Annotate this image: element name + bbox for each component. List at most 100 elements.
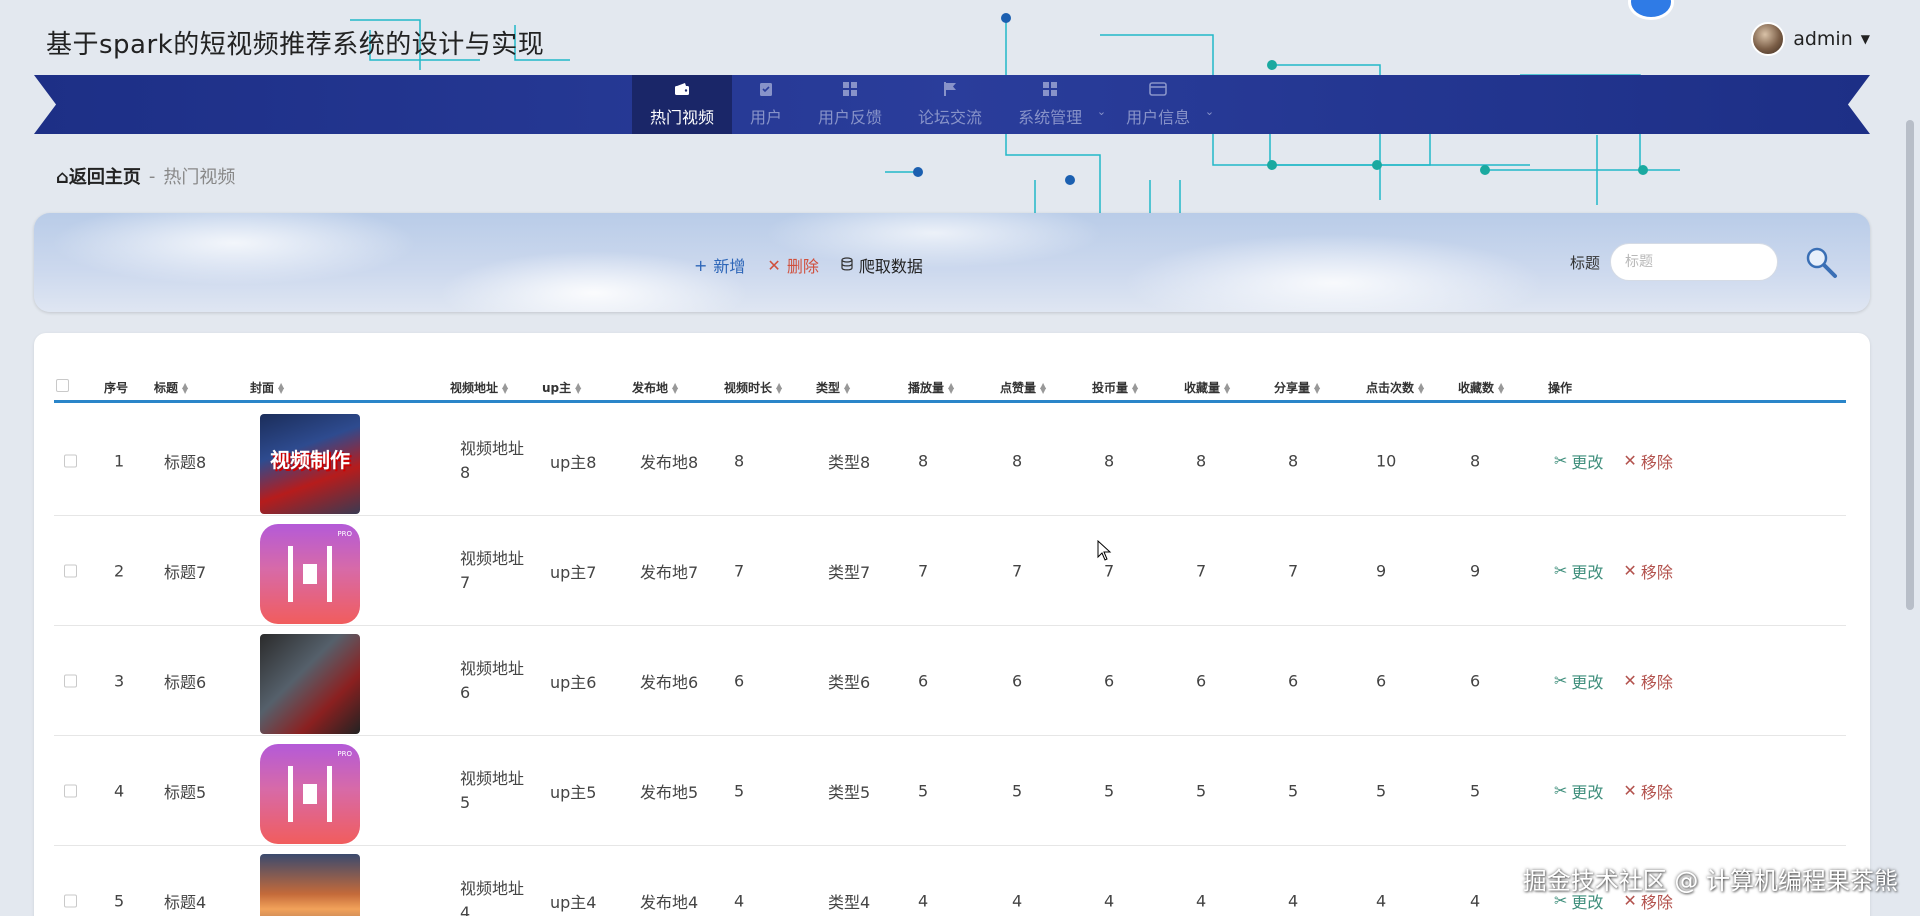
row-checkbox[interactable] — [64, 894, 77, 907]
col-likes[interactable]: 点赞量 ▲ ▼ — [1000, 379, 1046, 396]
caret-down-icon: ▼ — [1860, 32, 1870, 46]
cell-duration: 5 — [734, 781, 745, 800]
sort-icon: ▲ ▼ — [1224, 380, 1231, 395]
close-icon: ✕ — [1623, 561, 1637, 580]
cell-likes: 5 — [1012, 781, 1023, 800]
table-row: 4 标题5 up主5 发布地5 5 类型5 5 5 5 5 5 5 5 视频地址 5 PRO ✂ 更改 ✕ 移除 — [54, 736, 1846, 846]
edit-button[interactable]: ✂ 更改 — [1554, 449, 1603, 473]
delete-button[interactable]: ✕ 删除 — [767, 253, 818, 277]
cell-title: 标题5 — [164, 782, 207, 802]
cell-favs: 8 — [1196, 451, 1207, 470]
cell-likes: 7 — [1012, 561, 1023, 580]
row-checkbox[interactable] — [64, 454, 77, 467]
scrollbar[interactable] — [1906, 120, 1914, 610]
cell-url: 视频地址 7 — [460, 548, 525, 592]
sort-icon: ▲ ▼ — [844, 380, 851, 395]
cell-favs: 7 — [1196, 561, 1207, 580]
notification-dot — [1628, 0, 1674, 20]
col-up[interactable]: up主 ▲ ▼ — [542, 379, 581, 396]
cell-index: 5 — [114, 891, 125, 910]
cell-type: 类型5 — [828, 782, 871, 802]
home-icon: ⌂ — [56, 167, 69, 188]
cell-plays: 4 — [918, 891, 929, 910]
cell-up: up主7 — [550, 562, 597, 582]
table-header: 序号 标题 ▲ ▼ 封面 ▲ ▼ 视频地址 ▲ ▼ up主 ▲ ▼ 发布地 ▲ ▼ 视频时长 ▲ ▼ 类… — [54, 353, 1846, 403]
cell-coins: 5 — [1104, 781, 1115, 800]
table-row: 1 标题8 up主8 发布地8 8 类型8 8 8 8 8 8 10 8 视频地址 8 视频制作 ✂ 更改 ✕ 移除 — [54, 406, 1846, 516]
remove-button[interactable]: ✕ 移除 — [1623, 449, 1672, 473]
col-shares[interactable]: 分享量 ▲ ▼ — [1274, 379, 1320, 396]
cell-index: 1 — [114, 451, 125, 470]
close-icon: ✕ — [1623, 671, 1637, 690]
cell-index: 4 — [114, 781, 125, 800]
user-menu[interactable]: admin ▼ — [1751, 22, 1870, 56]
cell-likes: 4 — [1012, 891, 1023, 910]
cell-shares: 7 — [1288, 561, 1299, 580]
cell-duration: 4 — [734, 891, 745, 910]
cell-plays: 8 — [918, 451, 929, 470]
cell-clicks: 9 — [1376, 561, 1387, 580]
table-row: 3 标题6 up主6 发布地6 6 类型6 6 6 6 6 6 6 6 视频地址 6 ✂ 更改 ✕ 移除 — [54, 626, 1846, 736]
cell-likes: 8 — [1012, 451, 1023, 470]
nav-item-user-info[interactable]: 用户信息 ⌄ — [1108, 75, 1216, 134]
select-all-checkbox[interactable] — [56, 379, 69, 392]
cover-image: 视频制作 — [260, 414, 360, 514]
col-duration[interactable]: 视频时长 ▲ ▼ — [724, 379, 782, 396]
col-favs[interactable]: 收藏量 ▲ ▼ — [1184, 379, 1230, 396]
nav-label: 用户 — [750, 108, 783, 127]
nav-item-users[interactable]: 用户 — [732, 75, 800, 134]
remove-button[interactable]: ✕ 移除 — [1623, 669, 1672, 693]
edit-button[interactable]: ✂ 更改 — [1554, 559, 1603, 583]
col-clicks[interactable]: 点击次数 ▲ ▼ — [1366, 379, 1424, 396]
col-cover[interactable]: 封面 ▲ ▼ — [250, 379, 284, 396]
nav-item-feedback[interactable]: 用户反馈 — [800, 75, 900, 134]
video-table: 序号 标题 ▲ ▼ 封面 ▲ ▼ 视频地址 ▲ ▼ up主 ▲ ▼ 发布地 ▲ ▼ 视频时长 ▲ ▼ 类… — [34, 333, 1870, 916]
col-plays[interactable]: 播放量 ▲ ▼ — [908, 379, 954, 396]
cell-duration: 8 — [734, 451, 745, 470]
cell-title: 标题4 — [164, 892, 207, 912]
breadcrumb-current: 热门视频 — [163, 167, 236, 188]
sort-icon: ▲ ▼ — [278, 380, 285, 395]
search-icon[interactable] — [1802, 243, 1840, 281]
breadcrumb-home[interactable]: ⌂返回主页 — [56, 163, 141, 189]
close-icon: ✕ — [1623, 781, 1637, 800]
search-input[interactable] — [1610, 243, 1778, 281]
row-checkbox[interactable] — [64, 784, 77, 797]
cell-favcount: 9 — [1470, 561, 1481, 580]
nav-label: 论坛交流 — [918, 108, 983, 127]
remove-button[interactable]: ✕ 移除 — [1623, 779, 1672, 803]
wallet-icon — [674, 81, 690, 100]
nav-item-system[interactable]: 系统管理 ⌄ — [1000, 75, 1108, 134]
col-url[interactable]: 视频地址 ▲ ▼ — [450, 379, 508, 396]
cell-type: 类型6 — [828, 672, 871, 692]
add-button[interactable]: + 新增 — [694, 253, 745, 277]
row-checkbox[interactable] — [64, 564, 77, 577]
edit-button[interactable]: ✂ 更改 — [1554, 779, 1603, 803]
cell-title: 标题6 — [164, 672, 207, 692]
col-favcount[interactable]: 收藏数 ▲ ▼ — [1458, 379, 1504, 396]
nav-item-forum[interactable]: 论坛交流 — [900, 75, 1000, 134]
nav-label: 热门视频 — [650, 108, 715, 127]
col-type[interactable]: 类型 ▲ ▼ — [816, 379, 850, 396]
nav-item-hot-videos[interactable]: 热门视频 — [632, 75, 733, 134]
cell-title: 标题8 — [164, 452, 207, 472]
breadcrumb-separator: - — [148, 165, 156, 187]
cell-index: 3 — [114, 671, 125, 690]
col-place[interactable]: 发布地 ▲ ▼ — [632, 379, 678, 396]
cell-coins: 4 — [1104, 891, 1115, 910]
cell-plays: 5 — [918, 781, 929, 800]
col-actions: 操作 — [1548, 381, 1573, 395]
remove-button[interactable]: ✕ 移除 — [1623, 559, 1672, 583]
cell-favcount: 4 — [1470, 891, 1481, 910]
col-coins[interactable]: 投币量 ▲ ▼ — [1092, 379, 1138, 396]
cell-shares: 4 — [1288, 891, 1299, 910]
crawl-button[interactable]: 爬取数据 — [841, 253, 923, 277]
row-checkbox[interactable] — [64, 674, 77, 687]
cell-type: 类型7 — [828, 562, 871, 582]
cell-up: up主4 — [550, 892, 597, 912]
cell-favs: 5 — [1196, 781, 1207, 800]
cell-plays: 6 — [918, 671, 929, 690]
edit-button[interactable]: ✂ 更改 — [1554, 669, 1603, 693]
sort-icon: ▲ ▼ — [575, 380, 582, 395]
col-title[interactable]: 标题 ▲ ▼ — [154, 379, 188, 396]
